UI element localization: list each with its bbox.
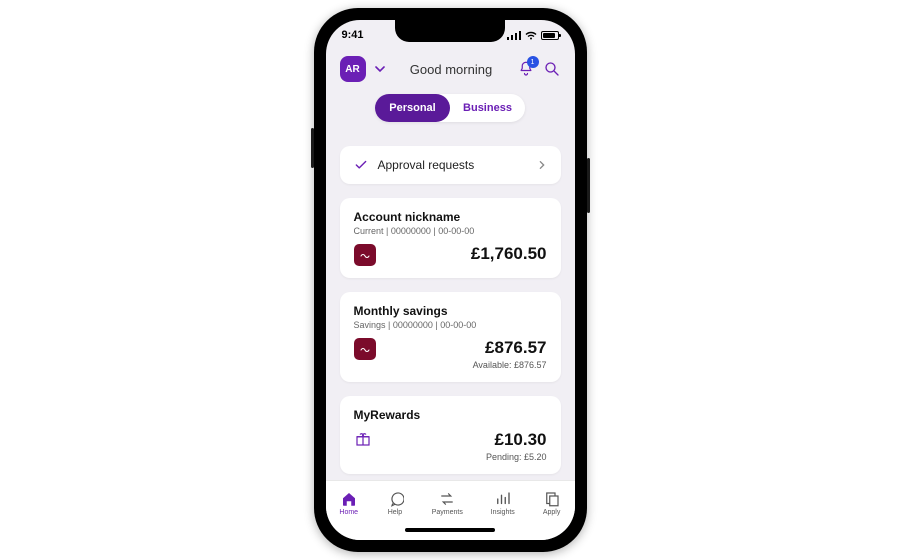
gift-icon — [354, 430, 372, 448]
nav-label: Help — [388, 509, 402, 516]
rewards-pending: Pending: £5.20 — [486, 452, 547, 462]
approval-requests-card[interactable]: Approval requests — [340, 146, 561, 184]
rewards-balance: £10.30 — [486, 430, 547, 450]
nav-payments[interactable]: Payments — [432, 490, 463, 516]
nav-insights[interactable]: Insights — [491, 490, 515, 516]
account-name: Monthly savings — [354, 304, 547, 318]
nav-label: Insights — [491, 509, 515, 516]
check-icon — [354, 158, 368, 172]
nav-apply[interactable]: Apply — [543, 490, 561, 516]
bottom-nav: Home Help Payments Insights Apply — [326, 480, 575, 528]
main-content[interactable]: Approval requests Account nickname Curre… — [326, 132, 575, 480]
nav-label: Home — [339, 509, 358, 516]
screen: 9:41 AR Good morning 1 — [326, 20, 575, 540]
chevron-right-icon — [537, 160, 547, 170]
greeting-text: Good morning — [394, 62, 509, 77]
notifications-button[interactable]: 1 — [517, 60, 535, 78]
wifi-icon — [525, 31, 537, 40]
account-available: Available: £876.57 — [473, 360, 547, 370]
nav-help[interactable]: Help — [386, 490, 404, 516]
account-balance: £876.57 — [473, 338, 547, 358]
app-header: AR Good morning 1 Personal Business — [326, 50, 575, 132]
rewards-card[interactable]: MyRewards £10.30 Pending: £5.20 — [340, 396, 561, 474]
segment-business[interactable]: Business — [450, 94, 525, 122]
account-type-segment: Personal Business — [375, 94, 525, 122]
notification-badge: 1 — [527, 56, 539, 68]
nav-label: Payments — [432, 509, 463, 516]
account-name: MyRewards — [354, 408, 547, 422]
battery-icon — [541, 31, 559, 40]
account-card[interactable]: Account nickname Current | 00000000 | 00… — [340, 198, 561, 278]
account-card[interactable]: Monthly savings Savings | 00000000 | 00-… — [340, 292, 561, 382]
home-indicator — [326, 528, 575, 540]
nav-label: Apply — [543, 509, 561, 516]
segment-personal[interactable]: Personal — [375, 94, 450, 122]
signal-icon — [507, 31, 521, 40]
nav-home[interactable]: Home — [339, 490, 358, 516]
account-name: Account nickname — [354, 210, 547, 224]
avatar[interactable]: AR — [340, 56, 366, 82]
approval-label: Approval requests — [378, 158, 475, 172]
account-meta: Current | 00000000 | 00-00-00 — [354, 226, 547, 236]
phone-frame: 9:41 AR Good morning 1 — [314, 8, 587, 552]
account-balance: £1,760.50 — [471, 244, 547, 264]
status-time: 9:41 — [342, 29, 364, 41]
bank-icon — [354, 338, 376, 360]
chevron-down-icon[interactable] — [374, 63, 386, 75]
account-meta: Savings | 00000000 | 00-00-00 — [354, 320, 547, 330]
notch — [395, 20, 505, 42]
bank-icon — [354, 244, 376, 266]
search-button[interactable] — [543, 60, 561, 78]
